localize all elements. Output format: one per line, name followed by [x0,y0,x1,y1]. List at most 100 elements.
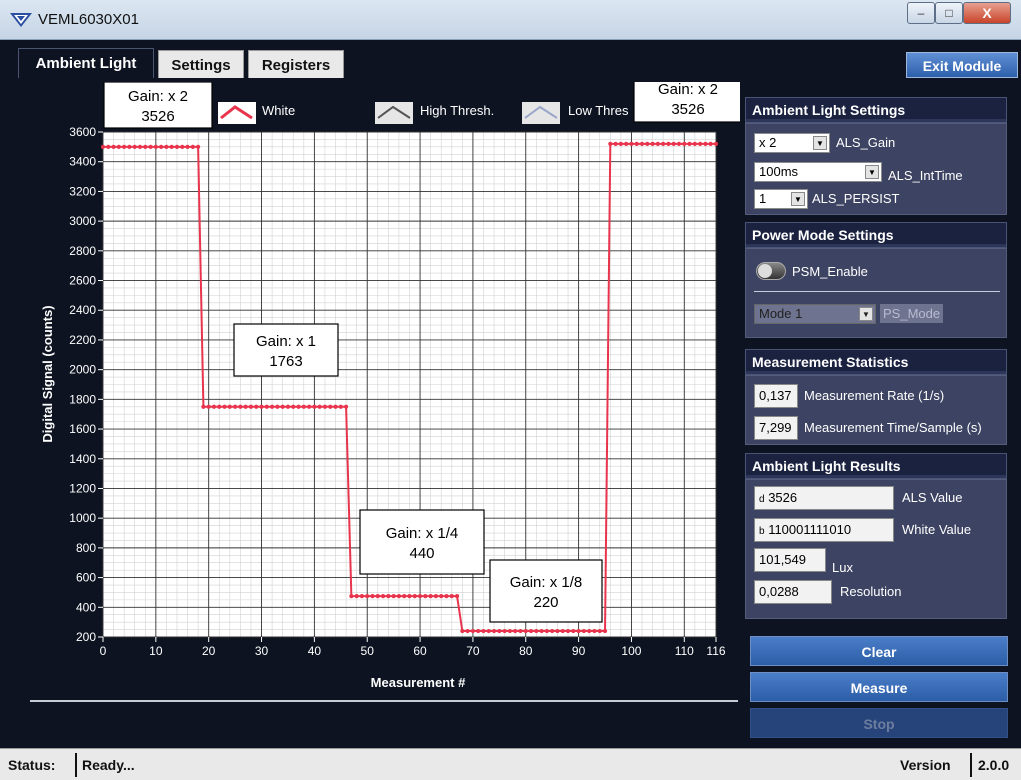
white-value-field: b 110001111010 [754,518,894,542]
y-tick-label: 2200 [69,333,96,347]
white-series-point [544,628,549,634]
white-series-point [671,141,676,146]
x-tick-labels: 0 10 20 30 40 50 60 70 80 90 100 110 116 [100,637,726,658]
white-series-point [470,628,476,634]
resolution-value: 0,0288 [754,580,832,604]
white-series-point [264,404,269,409]
white-series-point [354,594,359,599]
white-series-point [639,141,645,146]
white-series-point [233,404,238,409]
chart-legend: tWhiteHigh Thresh.Low Thres [208,102,629,124]
white-series-point [343,404,349,409]
als-value: 3526 [768,490,798,505]
white-series-point [650,141,655,146]
ps-mode-select[interactable]: Mode 1 ▼ [754,304,876,324]
clear-button[interactable]: Clear [750,636,1008,666]
white-series-point [597,628,602,634]
measure-button[interactable]: Measure [750,672,1008,702]
white-series-point [507,628,513,634]
version-number: 2.0.0 [978,757,1010,773]
white-series-point [127,144,132,149]
white-series-point [217,404,222,409]
y-tick-label: 3600 [69,125,96,139]
white-series-point [454,594,460,599]
x-tick-label: 10 [149,644,163,658]
annotation-value: 440 [409,545,434,562]
white-value: 110001111010 [768,522,852,537]
y-tick-label: 1400 [69,452,96,466]
white-series-point [196,144,201,149]
white-series-point [703,141,708,146]
stop-button[interactable]: Stop [750,708,1008,738]
white-series-point [523,628,528,634]
white-series-point [676,141,682,146]
status-label: Status: [8,757,56,773]
white-value-label: White Value [902,522,972,537]
tab-ambient-light[interactable]: Ambient Light [18,48,154,78]
als-gain-select[interactable]: x 2 ▼ [754,133,830,153]
binary-prefix: b [759,526,765,537]
white-series-point [402,594,407,599]
white-series-point [682,141,687,146]
white-series-point [317,404,322,409]
x-tick-label: 80 [519,644,533,658]
white-series-point [296,404,301,409]
gain-annotation: Gain: x 1/4 440 [359,509,485,575]
x-tick-label: 70 [466,644,480,658]
white-series-point [576,628,581,634]
chevron-down-icon[interactable]: ▼ [859,307,873,321]
white-series-point [396,594,402,599]
y-tick-labels: 200 400 600 800 1000 1200 1400 1600 1800 2000 2200… [69,125,103,644]
chevron-down-icon[interactable]: ▼ [791,192,805,206]
white-series-point [534,628,539,634]
white-series-point [528,628,534,634]
als-persist-select[interactable]: 1 ▼ [754,189,808,209]
ambient-settings-header: Ambient Light Settings [745,97,1007,123]
y-tick-label: 200 [76,630,96,644]
power-settings-panel: PSM_Enable Mode 1 ▼ PS_Mode [745,248,1007,338]
white-series-point [143,144,148,149]
close-button[interactable]: X [963,2,1011,24]
tab-registers[interactable]: Registers [248,50,344,78]
x-tick-label: 0 [100,644,107,658]
exit-module-button[interactable]: Exit Module [906,52,1018,78]
chevron-down-icon[interactable]: ▼ [813,136,827,150]
x-tick-label: 30 [255,644,269,658]
title-bar: VEML6030X01 – □ X [0,0,1021,40]
white-series-point [502,628,507,634]
als-persist-value: 1 [759,191,767,206]
window-title: VEML6030X01 [38,11,139,28]
resolution-label: Resolution [840,584,902,599]
white-series-point [338,404,343,409]
annotation-gain: Gain: x 1 [256,333,316,350]
app-window: VEML6030X01 – □ X Ambient Light Settings… [0,0,1021,780]
legend-swatch-white [218,102,256,124]
vishay-logo-icon [10,13,32,27]
white-series-point [254,404,259,409]
version-separator [970,753,972,777]
white-series-point [201,404,206,409]
psm-toggle[interactable] [756,262,786,280]
white-series-point [555,628,560,634]
white-series-point [100,144,106,149]
toggle-knob [758,264,772,278]
maximize-button[interactable]: □ [935,2,963,24]
white-series-point [581,628,586,634]
chevron-down-icon[interactable]: ▼ [865,165,879,179]
white-series-point [565,628,571,634]
white-series-point [449,594,454,599]
white-series-point [164,144,169,149]
tab-settings[interactable]: Settings [158,50,244,78]
white-series-point [190,144,195,149]
white-series-point [550,628,555,634]
white-series-point [602,628,608,634]
minimize-button[interactable]: – [907,2,935,24]
white-series-point [592,628,597,634]
white-series-point [666,141,671,146]
als-inttime-select[interactable]: 100ms ▼ [754,162,882,182]
y-tick-label: 1800 [69,392,96,406]
white-series-point [608,141,613,146]
lux-label: Lux [832,560,853,575]
power-settings-header: Power Mode Settings [745,222,1007,248]
white-series-point [185,144,190,149]
